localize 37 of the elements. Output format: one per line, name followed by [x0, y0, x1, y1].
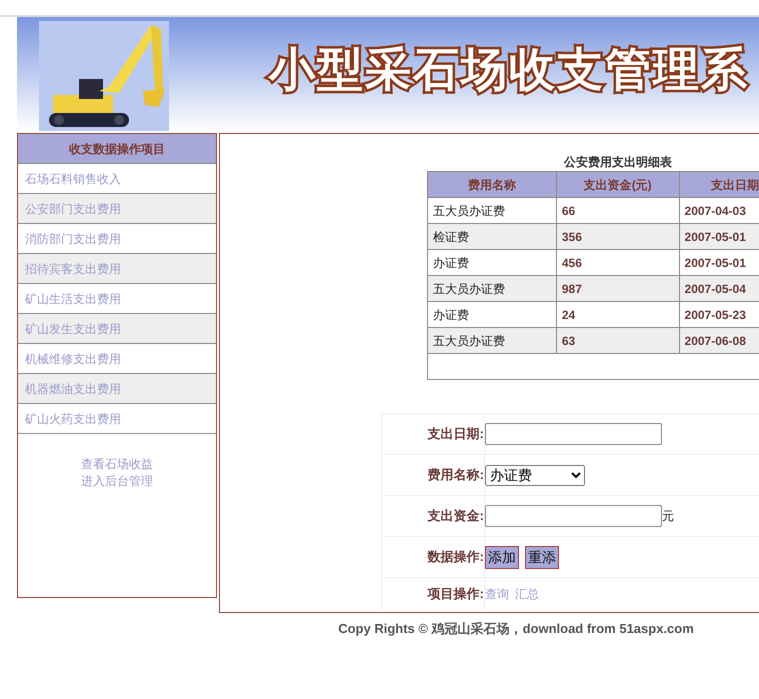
table-cell: 2007-05-01 [679, 224, 759, 250]
sidebar-item[interactable]: 矿山发生支出费用 [18, 314, 216, 344]
table-cell: 五大员办证费 [428, 276, 556, 302]
column-header: 支出资金(元) [556, 172, 680, 198]
sidebar-item[interactable]: 公安部门支出费用 [18, 194, 216, 224]
table-cell: 356 [556, 224, 680, 250]
table-cell: 987 [556, 276, 680, 302]
sidebar-link[interactable]: 查看石场收益 [81, 456, 153, 473]
input-field[interactable] [485, 505, 662, 527]
field-label: 项目操作: [382, 578, 484, 610]
unit-label: 元 [662, 508, 674, 525]
action-button[interactable]: 添加 [485, 546, 519, 568]
sidebar-heading: 收支数据操作项目 [18, 134, 216, 164]
field-label: 数据操作: [382, 536, 484, 578]
sidebar-item[interactable]: 机器燃油支出费用 [18, 374, 216, 404]
column-header: 支出日期 [679, 172, 759, 198]
download-link[interactable]: download from 51aspx.com [522, 621, 694, 636]
table-cell: 五大员办证费 [428, 328, 556, 354]
copyright-text: Copy Rights © 鸡冠山采石场， [338, 621, 523, 636]
field-label: 支出日期: [382, 414, 484, 454]
action-link[interactable]: 汇总 [515, 584, 539, 603]
sidebar-item[interactable]: 招待宾客支出费用 [18, 254, 216, 284]
table-cell: 2007-06-08 [679, 328, 759, 354]
action-link[interactable]: 查询 [485, 584, 509, 603]
dropdown-field[interactable]: 办证费 [485, 464, 585, 486]
sidebar-link[interactable]: 进入后台管理 [81, 473, 153, 490]
action-button[interactable]: 重添 [525, 546, 559, 568]
field-label: 费用名称: [382, 454, 484, 496]
sidebar-item[interactable]: 矿山火药支出费用 [18, 404, 216, 434]
input-field[interactable] [485, 423, 662, 445]
table-cell: 2007-05-04 [679, 276, 759, 302]
site-title: 小型采石场收支管理系 [269, 46, 749, 92]
field-label: 支出资金: [382, 496, 484, 536]
table-caption: 公安费用支出明细表 [562, 154, 673, 171]
table-cell: 检证费 [428, 224, 556, 250]
column-header: 费用名称 [428, 172, 556, 198]
table-cell: 63 [556, 328, 680, 354]
